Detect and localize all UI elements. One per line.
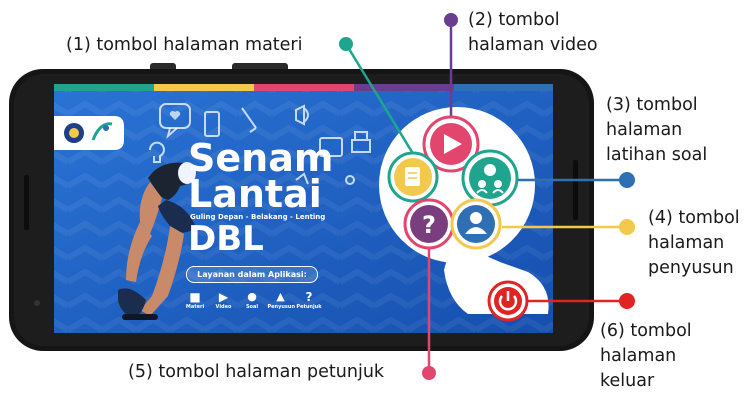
penyusun-button[interactable]	[450, 198, 502, 250]
services-row: ■ Materi ▶ Video ● Soal ▲ Penyusun ? Pet…	[182, 290, 322, 320]
service-materi[interactable]: ■ Materi	[182, 290, 208, 320]
user-icon	[470, 212, 482, 224]
service-label: Penyusun	[267, 304, 296, 310]
latihan-soal-button[interactable]	[461, 149, 519, 207]
app-title-line2: Lantai	[188, 172, 322, 216]
service-penyusun[interactable]: ▲ Penyusun	[267, 290, 296, 320]
diagram-stage: (1) tombol halaman materi (2) tombol hal…	[0, 0, 755, 391]
user-icon: ▲	[276, 290, 285, 303]
service-label: Materi	[185, 304, 205, 310]
service-video[interactable]: ▶ Video	[211, 290, 237, 320]
service-soal[interactable]: ● Soal	[239, 290, 265, 320]
question-icon: ?	[305, 290, 313, 304]
keluar-button[interactable]	[487, 280, 529, 322]
materi-button[interactable]	[387, 151, 439, 203]
question-icon: ?	[422, 211, 436, 239]
petunjuk-button[interactable]: ?	[403, 198, 455, 250]
quiz-icon	[484, 164, 496, 176]
services-heading: Layanan dalam Aplikasi:	[197, 270, 307, 279]
book-icon	[405, 167, 420, 186]
book-icon: ■	[189, 290, 201, 304]
service-label: Soal	[245, 304, 259, 310]
service-petunjuk[interactable]: ? Petunjuk	[296, 290, 322, 320]
phone-illustration: ?	[9, 13, 635, 380]
app-title-line3: DBL	[188, 219, 264, 259]
service-label: Video	[215, 304, 232, 310]
logo-badge	[54, 116, 124, 150]
group-icon: ●	[247, 290, 257, 303]
play-icon: ▶	[218, 290, 229, 304]
service-label: Petunjuk	[296, 304, 322, 310]
services-heading-pill: Layanan dalam Aplikasi:	[186, 266, 318, 283]
